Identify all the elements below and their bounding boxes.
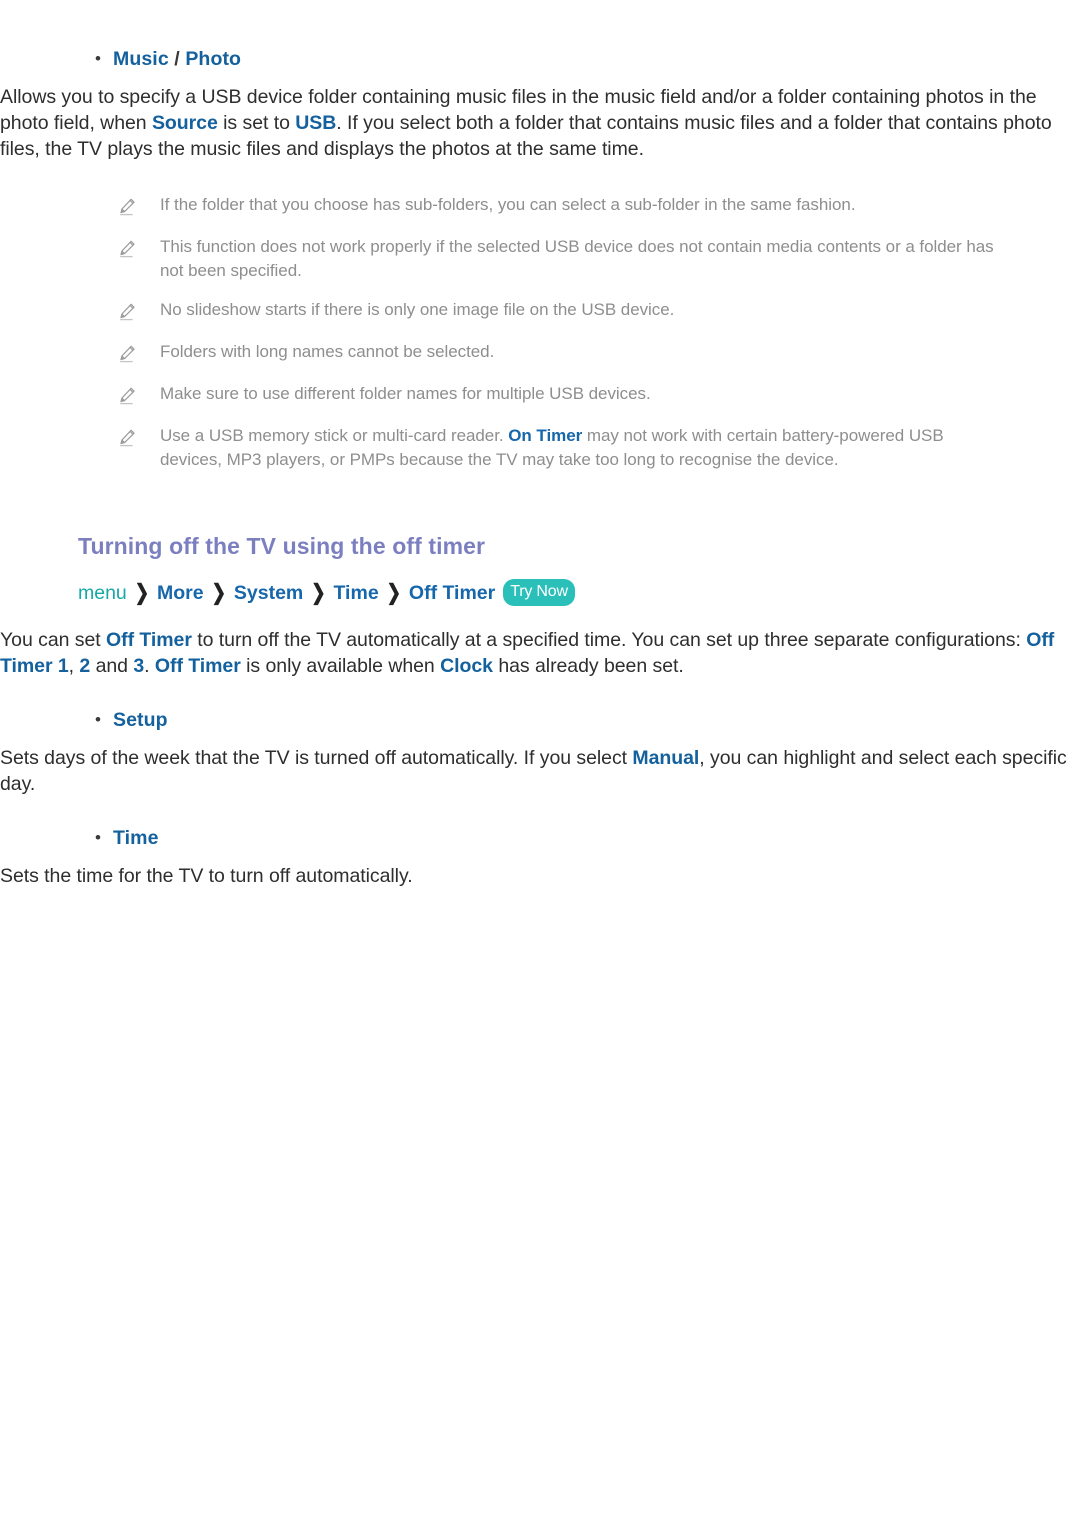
text-run: is set to	[217, 112, 296, 135]
label-separator: /	[168, 48, 186, 70]
note-text: Folders with long names cannot be select…	[160, 341, 495, 361]
note-item: Make sure to use different folder names …	[118, 382, 1000, 410]
pencil-note-icon	[118, 235, 160, 263]
note-item: Folders with long names cannot be select…	[118, 340, 1000, 368]
note-item: No slideshow starts if there is only one…	[118, 298, 1000, 326]
pencil-note-icon	[118, 193, 160, 221]
breadcrumb-item-time[interactable]: Time	[334, 582, 379, 605]
chevron-right-icon: ❯	[386, 580, 401, 605]
chevron-right-icon: ❯	[134, 580, 150, 605]
bullet-item-music-photo: • Music / Photo	[0, 44, 1080, 74]
section-heading-off-timer: Turning off the TV using the off timer	[78, 532, 486, 559]
bullet-marker-icon: •	[95, 828, 101, 848]
pencil-note-icon	[118, 382, 160, 410]
keyword-clock: Clock	[440, 654, 493, 677]
text-run: is only available when	[240, 654, 441, 677]
note-item: This function does not work properly if …	[118, 235, 1000, 284]
breadcrumb: menu ❯ More ❯ System ❯ Time ❯ Off Timer …	[78, 578, 1080, 607]
keyword-manual: Manual	[632, 747, 700, 770]
paragraph-setup-description: Sets days of the week that the TV is tur…	[0, 745, 1080, 797]
paragraph-time-description: Sets the time for the TV to turn off aut…	[0, 863, 1080, 889]
keyword-off-timer-3: 3	[133, 654, 145, 677]
keyword-off-timer: Off Timer	[106, 628, 192, 651]
notes-list: If the folder that you choose has sub-fo…	[0, 193, 1080, 473]
bullet-item-time: • Time	[0, 823, 1080, 853]
keyword-off-timer-2: 2	[79, 654, 91, 677]
bullet-marker-icon: •	[95, 710, 101, 730]
document-page: • Music / Photo Allows you to specify a …	[0, 0, 1080, 1527]
text-run: and	[90, 654, 134, 677]
breadcrumb-item-menu[interactable]: menu	[78, 582, 127, 605]
breadcrumb-item-off-timer[interactable]: Off Timer	[409, 582, 495, 605]
text-run: Use a USB memory stick or multi-card rea…	[160, 425, 509, 445]
bullet-item-setup: • Setup	[0, 705, 1080, 735]
bullet-label-setup: Setup	[113, 709, 168, 732]
text-run: Sets days of the week that the TV is tur…	[0, 747, 633, 770]
note-text: This function does not work properly if …	[160, 236, 994, 281]
top-spacer	[0, 0, 1080, 44]
note-text: If the folder that you choose has sub-fo…	[160, 194, 856, 214]
text-run: has already been set.	[492, 654, 684, 677]
try-now-badge[interactable]: Try Now	[503, 578, 575, 606]
breadcrumb-item-more[interactable]: More	[157, 582, 204, 605]
keyword-source: Source	[151, 112, 218, 135]
text-run: .	[144, 654, 155, 677]
pencil-note-icon	[118, 298, 160, 326]
note-text: No slideshow starts if there is only one…	[160, 299, 675, 319]
pencil-note-icon	[118, 340, 160, 368]
paragraph-music-photo-description: Allows you to specify a USB device folde…	[0, 84, 1080, 163]
breadcrumb-item-system[interactable]: System	[234, 582, 303, 605]
chevron-right-icon: ❯	[211, 580, 226, 605]
text-run: ,	[68, 654, 80, 677]
note-text: Use a USB memory stick or multi-card rea…	[160, 424, 1000, 473]
keyword-usb: USB	[295, 112, 337, 135]
note-item-on-timer: Use a USB memory stick or multi-card rea…	[118, 424, 1000, 473]
text-run: Sets the time for the TV to turn off aut…	[0, 865, 413, 888]
paragraph-off-timer-description: You can set Off Timer to turn off the TV…	[0, 627, 1080, 679]
keyword-music: Music	[113, 48, 169, 70]
keyword-on-timer: On Timer	[508, 425, 583, 445]
bullet-marker-icon: •	[95, 49, 101, 68]
text-run: to turn off the TV automatically at a sp…	[191, 628, 1027, 651]
keyword-off-timer-2nd: Off Timer	[154, 654, 241, 677]
note-item: If the folder that you choose has sub-fo…	[118, 193, 1000, 221]
pencil-note-icon	[118, 424, 160, 452]
bullet-label-time: Time	[113, 827, 159, 850]
note-text: Make sure to use different folder names …	[160, 383, 651, 403]
chevron-right-icon: ❯	[311, 580, 326, 605]
text-run: You can set	[0, 628, 107, 651]
keyword-photo: Photo	[185, 48, 242, 70]
bullet-label-music-photo: Music / Photo	[113, 44, 241, 74]
